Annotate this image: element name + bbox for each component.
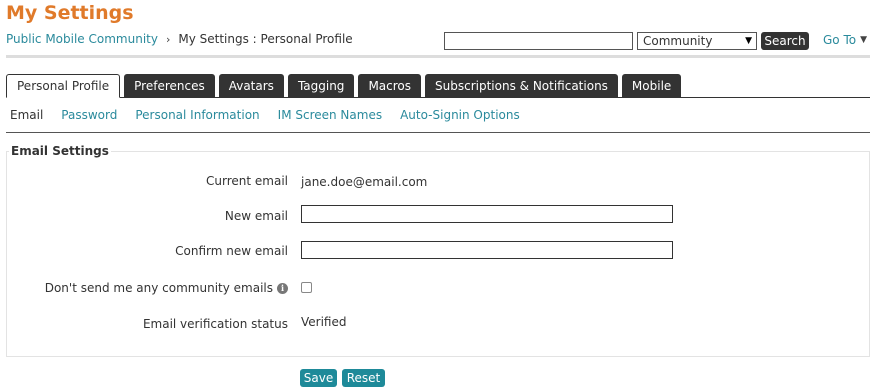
- subtab-password[interactable]: Password: [61, 108, 117, 122]
- info-icon[interactable]: i: [277, 282, 288, 294]
- confirm-email-label: Confirm new email: [175, 244, 288, 258]
- subtab-email[interactable]: Email: [10, 108, 43, 122]
- chevron-down-icon: ▼: [860, 35, 868, 45]
- header-divider: [6, 55, 870, 58]
- tab-mobile[interactable]: Mobile: [621, 74, 682, 98]
- search-scope-value: Community: [643, 34, 713, 48]
- current-email-value: jane.doe@email.com: [301, 175, 428, 189]
- tab-tagging[interactable]: Tagging: [287, 74, 355, 98]
- email-settings-legend: Email Settings: [9, 144, 111, 158]
- tab-subscriptions-notifications[interactable]: Subscriptions & Notifications: [425, 74, 618, 98]
- tab-personal-profile[interactable]: Personal Profile: [6, 74, 121, 98]
- new-email-field[interactable]: [301, 205, 673, 223]
- chevron-down-icon: ▼: [745, 36, 752, 46]
- verification-status-value: Verified: [301, 315, 347, 329]
- subtab-auto-signin-options[interactable]: Auto-Signin Options: [400, 108, 520, 122]
- new-email-label: New email: [224, 209, 288, 223]
- subtabs-divider: [6, 132, 870, 133]
- search-input[interactable]: [444, 32, 633, 50]
- tab-preferences[interactable]: Preferences: [124, 74, 215, 98]
- no-emails-label-text: Don't send me any community emails: [44, 281, 273, 295]
- tab-avatars[interactable]: Avatars: [218, 74, 284, 98]
- goto-label: Go To: [823, 33, 857, 47]
- subtab-im-screen-names[interactable]: IM Screen Names: [278, 108, 382, 122]
- breadcrumb-community-link[interactable]: Public Mobile Community: [6, 32, 158, 46]
- breadcrumb-current: My Settings : Personal Profile: [178, 32, 353, 46]
- verification-status-label: Email verification status: [142, 317, 288, 331]
- page-title: My Settings: [6, 2, 134, 24]
- no-emails-checkbox[interactable]: [301, 282, 312, 293]
- settings-tabs: Personal Profile Preferences Avatars Tag…: [6, 74, 685, 98]
- search-button[interactable]: Search: [761, 32, 809, 50]
- current-email-label: Current email: [206, 174, 288, 188]
- search-scope-select[interactable]: Community ▼: [637, 32, 757, 50]
- breadcrumb: Public Mobile Community › My Settings : …: [6, 32, 353, 46]
- reset-button[interactable]: Reset: [342, 369, 385, 387]
- no-emails-label: Don't send me any community emails i: [45, 281, 288, 295]
- tabs-divider: [6, 97, 870, 98]
- goto-menu[interactable]: Go To ▼: [823, 33, 867, 47]
- subtabs: Email Password Personal Information IM S…: [10, 108, 538, 122]
- tab-macros[interactable]: Macros: [358, 74, 422, 98]
- confirm-email-field[interactable]: [301, 241, 673, 259]
- save-button[interactable]: Save: [300, 369, 337, 387]
- breadcrumb-separator-icon: ›: [165, 32, 171, 46]
- subtab-personal-information[interactable]: Personal Information: [135, 108, 259, 122]
